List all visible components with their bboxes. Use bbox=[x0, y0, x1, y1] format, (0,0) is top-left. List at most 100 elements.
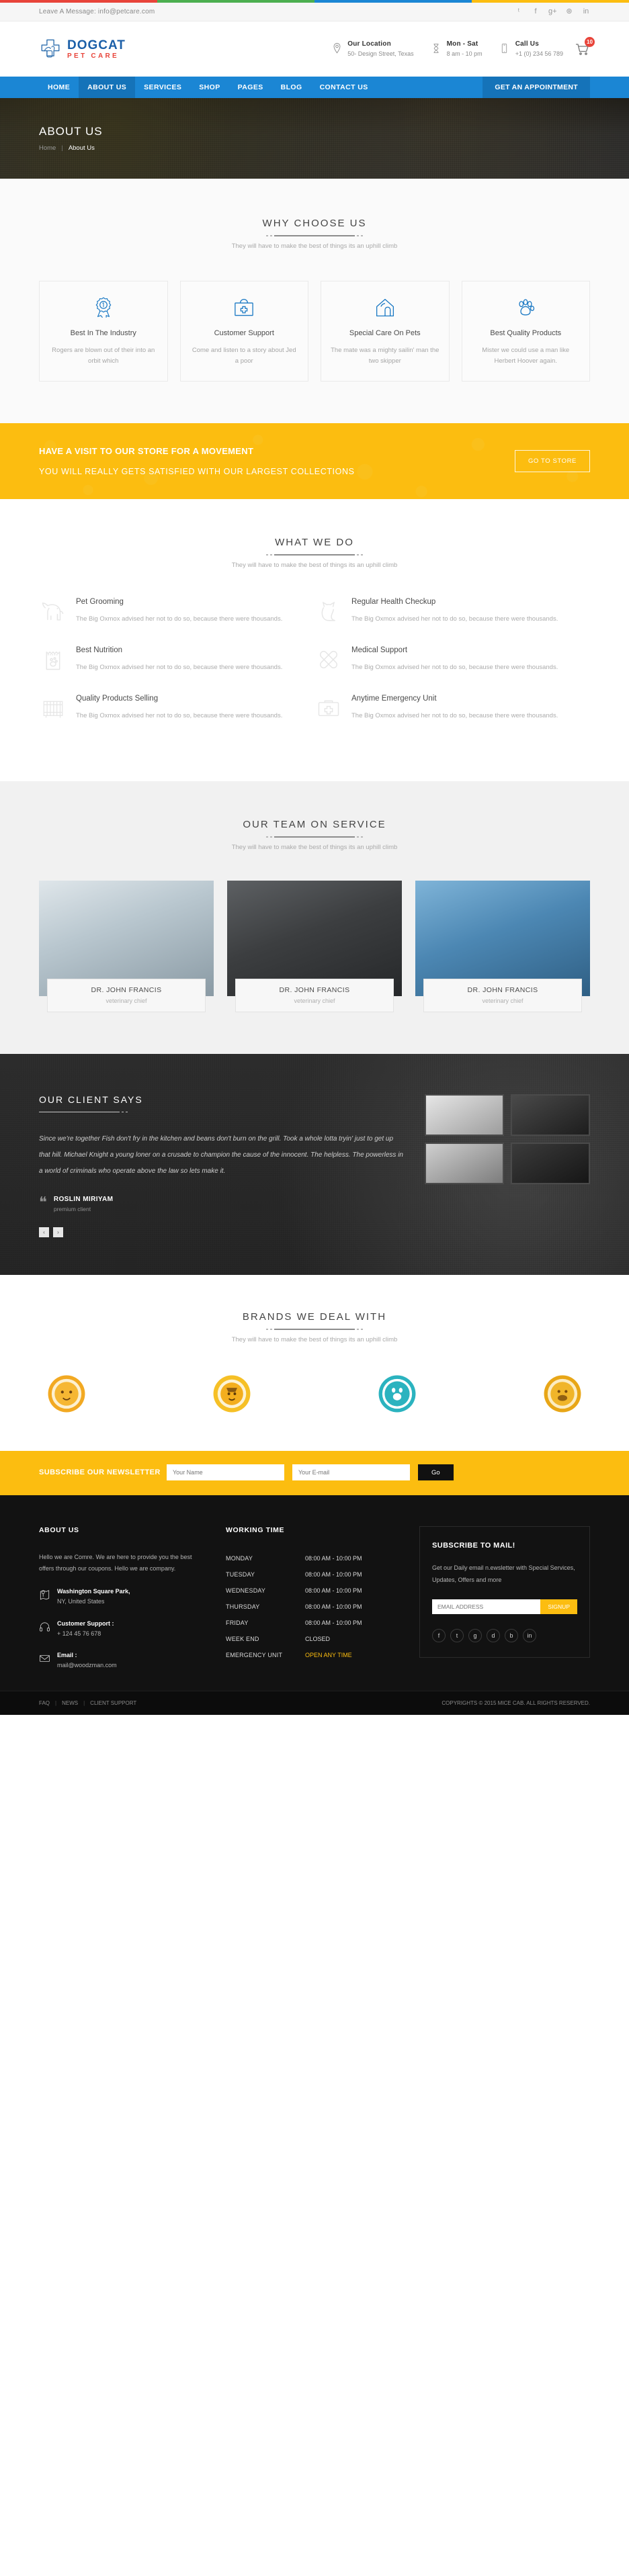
copyright-bar: FAQ | NEWS | CLIENT SUPPORT COPYRIGHTS © 201… bbox=[0, 1690, 629, 1715]
header-info-group: Our Location 50- Design Street, Texas Mon … bbox=[332, 40, 563, 58]
get-appointment-button[interactable]: GET AN APPOINTMENT bbox=[483, 77, 590, 98]
what-we-do-item[interactable]: Best Nutrition The Big Oxmox advised her … bbox=[39, 646, 314, 694]
brand-logo-teal-seal[interactable] bbox=[376, 1373, 418, 1415]
dribbble-icon[interactable]: d bbox=[487, 1629, 500, 1643]
footer-subscribe-column: SUBSCRIBE TO MAIL! Get our Daily email n… bbox=[419, 1526, 590, 1671]
nav-item-pages[interactable]: PAGES bbox=[229, 77, 272, 98]
footer-hours-value: 08:00 AM - 10:00 PM bbox=[305, 1555, 362, 1562]
team-title: OUR TEAM ON SERVICE bbox=[243, 819, 386, 831]
header-info-item: Our Location 50- Design Street, Texas bbox=[332, 40, 414, 58]
newsletter-name-input[interactable] bbox=[167, 1464, 284, 1481]
logo-main-text: DOGCAT bbox=[67, 38, 126, 52]
headset-icon bbox=[39, 1620, 50, 1634]
footer-contact-value: mail@woodzman.com bbox=[57, 1662, 117, 1669]
team-member-name: DR. JOHN FRANCIS bbox=[91, 986, 162, 995]
facebook-icon[interactable]: f bbox=[532, 8, 540, 15]
linkedin-icon[interactable]: in bbox=[582, 8, 590, 15]
site-logo[interactable]: DOGCAT PET CARE bbox=[39, 38, 126, 60]
why-card-text: Rogers are blown out of their into an or… bbox=[52, 346, 155, 365]
why-choose-card[interactable]: Best In The Industry Rogers are blown out… bbox=[39, 281, 168, 382]
header-info-item: Mon - Sat 8 am - 10 pm bbox=[431, 40, 483, 58]
why-card-title: Best In The Industry bbox=[70, 329, 136, 337]
google-plus-icon[interactable]: g+ bbox=[548, 8, 557, 15]
what-we-do-title: WHAT WE DO bbox=[275, 537, 354, 549]
breadcrumb-home-link[interactable]: Home bbox=[39, 144, 56, 152]
what-we-do-item[interactable]: Anytime Emergency Unit The Big Oxmox advi… bbox=[314, 694, 590, 742]
heading-divider bbox=[39, 235, 590, 236]
cart-button[interactable]: 10 bbox=[574, 37, 595, 57]
copyright-link[interactable]: CLIENT SUPPORT bbox=[90, 1700, 136, 1706]
what-we-do-item[interactable]: Quality Products Selling The Big Oxmox ad… bbox=[39, 694, 314, 742]
testimonial-author: ❝ ROSLIN MIRIYAM premium client bbox=[39, 1195, 405, 1212]
copyright-link[interactable]: FAQ bbox=[39, 1700, 50, 1706]
emergency-kit-icon bbox=[314, 694, 343, 722]
newsletter-bar: SUBSCRIBE OUR NEWSLETTER Go bbox=[0, 1451, 629, 1496]
testimonial-prev-button[interactable]: ‹ bbox=[39, 1227, 49, 1238]
nav-item-blog[interactable]: BLOG bbox=[272, 77, 311, 98]
why-choose-card[interactable]: Special Care On Pets The mate was a might… bbox=[321, 281, 450, 382]
header-info-sub: 50- Design Street, Texas bbox=[347, 50, 414, 57]
footer-contact-value: NY, United States bbox=[57, 1598, 105, 1605]
nav-item-about-us[interactable]: ABOUT US bbox=[79, 77, 136, 98]
header-info-sub: +1 (0) 234 56 789 bbox=[515, 50, 563, 57]
testimonial-thumb[interactable] bbox=[511, 1143, 590, 1185]
twitter-icon[interactable]: ᵗ bbox=[515, 8, 523, 15]
footer-day-label: FRIDAY bbox=[226, 1619, 249, 1627]
map-marker-icon bbox=[39, 1588, 50, 1601]
nav-item-services[interactable]: SERVICES bbox=[135, 77, 190, 98]
copyright-link[interactable]: NEWS bbox=[62, 1700, 78, 1706]
team-member-card[interactable]: DR. JOHN FRANCIS veterinary chief bbox=[227, 881, 402, 1013]
why-choose-card[interactable]: Customer Support Come and listen to a sto… bbox=[179, 281, 308, 382]
brand-logo-row bbox=[39, 1373, 590, 1415]
what-we-do-grid: Pet Grooming The Big Oxmox advised her no… bbox=[39, 597, 590, 742]
header-info-sub: 8 am - 10 pm bbox=[446, 50, 483, 57]
google-plus-icon[interactable]: g bbox=[468, 1629, 482, 1643]
testimonial-next-button[interactable]: › bbox=[53, 1227, 63, 1238]
header-info-item: Call Us +1 (0) 234 56 789 bbox=[500, 40, 563, 58]
why-choose-card-grid: Best In The Industry Rogers are blown out… bbox=[39, 281, 590, 382]
newsletter-go-button[interactable]: Go bbox=[418, 1464, 454, 1481]
nav-item-home[interactable]: HOME bbox=[39, 77, 79, 98]
what-we-do-section: WHAT WE DO They will have to make the be… bbox=[0, 499, 629, 782]
facebook-icon[interactable]: f bbox=[432, 1629, 446, 1643]
what-we-do-item-text: The Big Oxmox advised her not to do so, … bbox=[351, 615, 558, 623]
footer-email-input[interactable] bbox=[432, 1599, 541, 1615]
testimonial-thumb[interactable] bbox=[425, 1094, 504, 1137]
why-card-text: The mate was a mighty sailin' man the tw… bbox=[331, 346, 439, 365]
dribbble-icon[interactable]: ⊛ bbox=[565, 8, 573, 15]
footer-working-time-row: TUESDAY 08:00 AM - 10:00 PM bbox=[226, 1566, 402, 1583]
team-section: OUR TEAM ON SERVICE They will have to ma… bbox=[0, 781, 629, 1055]
testimonial-thumb[interactable] bbox=[425, 1143, 504, 1185]
testimonial-thumb[interactable] bbox=[511, 1094, 590, 1137]
main-navigation: HOME ABOUT US SERVICES SHOP PAGES BLOG CONTACT… bbox=[0, 77, 629, 98]
brand-logo-cat-badge[interactable] bbox=[211, 1373, 253, 1415]
what-we-do-item-text: The Big Oxmox advised her not to do so, … bbox=[351, 663, 558, 671]
why-choose-title: WHY CHOOSE US bbox=[262, 218, 367, 229]
brand-logo-gold-medal[interactable] bbox=[542, 1373, 583, 1415]
twitter-icon[interactable]: t bbox=[450, 1629, 464, 1643]
team-member-card[interactable]: DR. JOHN FRANCIS veterinary chief bbox=[39, 881, 214, 1013]
why-card-text: Come and listen to a story about Jed a p… bbox=[192, 346, 296, 365]
nav-item-shop[interactable]: SHOP bbox=[190, 77, 228, 98]
behance-icon[interactable]: b bbox=[505, 1629, 518, 1643]
breadcrumb-current: About Us bbox=[68, 144, 95, 152]
what-we-do-item-text: The Big Oxmox advised her not to do so, … bbox=[76, 711, 283, 719]
nav-item-contact-us[interactable]: CONTACT US bbox=[311, 77, 377, 98]
heading-divider bbox=[39, 836, 590, 838]
why-choose-card[interactable]: Best Quality Products Mister we could use… bbox=[461, 281, 590, 382]
linkedin-icon[interactable]: in bbox=[523, 1629, 536, 1643]
team-member-role: veterinary chief bbox=[106, 997, 147, 1005]
footer-subscribe-text: Get our Daily email n.ewsletter with Spe… bbox=[432, 1564, 575, 1584]
dogcat-cross-logo-icon bbox=[39, 38, 62, 60]
what-we-do-item[interactable]: Medical Support The Big Oxmox advised her… bbox=[314, 646, 590, 694]
team-member-card[interactable]: DR. JOHN FRANCIS veterinary chief bbox=[415, 881, 590, 1013]
team-member-name: DR. JOHN FRANCIS bbox=[279, 986, 350, 995]
brand-logo-lion-badge[interactable] bbox=[46, 1373, 87, 1415]
footer-contact-item: Email : mail@woodzman.com bbox=[39, 1652, 208, 1671]
footer-contact-list: Washington Square Park, NY, United States… bbox=[39, 1588, 208, 1671]
what-we-do-item[interactable]: Regular Health Checkup The Big Oxmox advi… bbox=[314, 597, 590, 646]
newsletter-email-input[interactable] bbox=[292, 1464, 410, 1481]
footer-signup-button[interactable]: SIGNUP bbox=[540, 1599, 577, 1615]
go-to-store-button[interactable]: GO TO STORE bbox=[514, 450, 590, 473]
what-we-do-item[interactable]: Pet Grooming The Big Oxmox advised her no… bbox=[39, 597, 314, 646]
